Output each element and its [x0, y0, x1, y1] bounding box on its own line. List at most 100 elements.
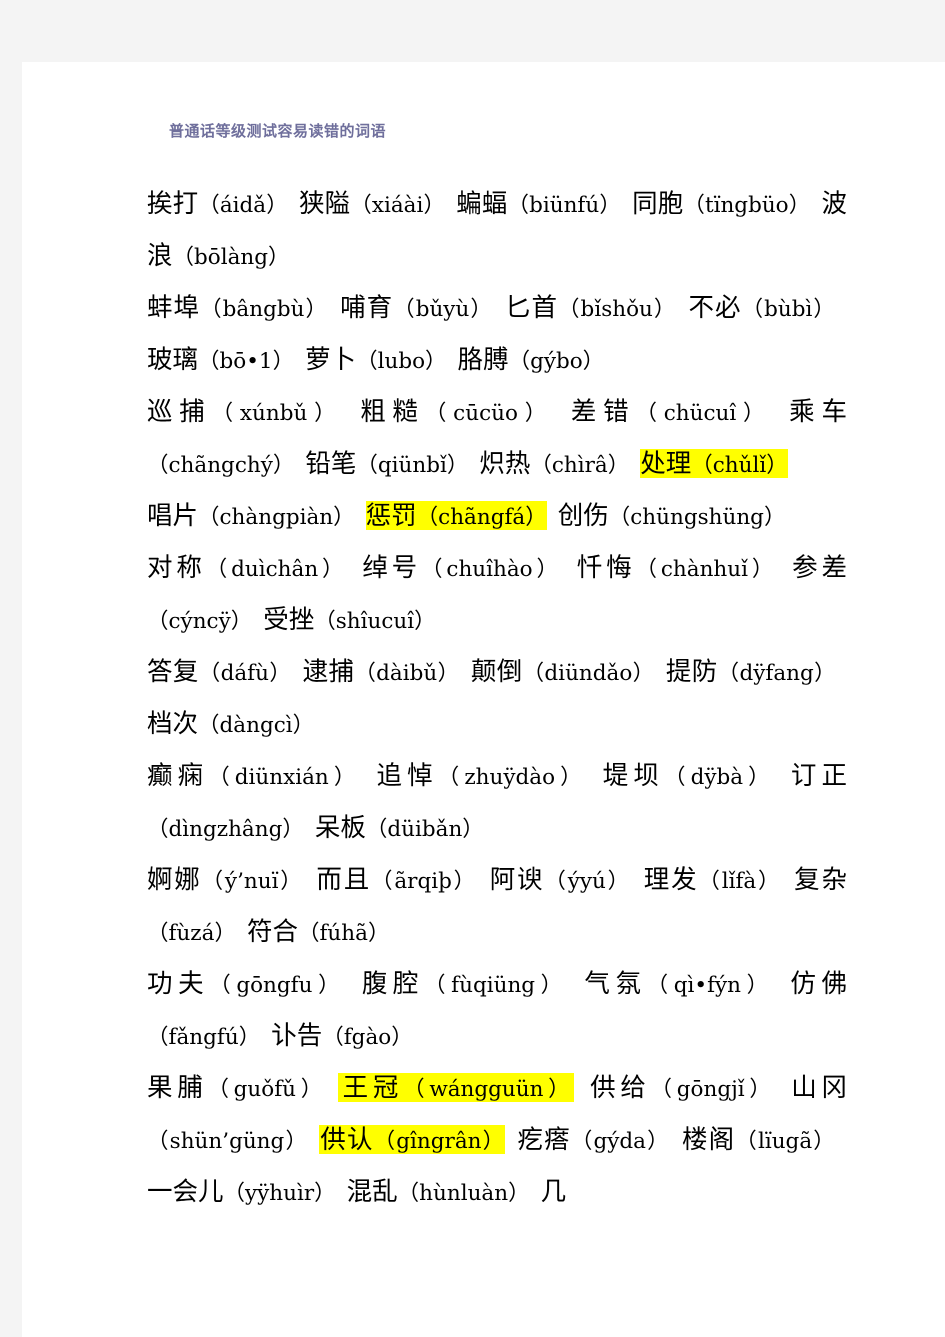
term: 楼阁（lïugã） — [681, 1125, 836, 1154]
word-pinyin: （bō•1） — [198, 349, 295, 374]
paragraph: 答复（dáfù） 逮捕（dàibǔ） 颠倒（diündǎo） 提防（dÿfang… — [147, 647, 847, 751]
word-pinyin: （chãngfá） — [416, 505, 547, 530]
term: 蝙蝠（biünfú） — [456, 189, 621, 218]
term: 炽热（chìrâ） — [479, 449, 629, 478]
term-gap — [342, 387, 353, 437]
word-pinyin: （lubo） — [356, 349, 447, 374]
term: 不必（bùbì） — [687, 293, 836, 322]
highlighted-term: 处理（chǔlǐ） — [640, 449, 788, 478]
term-gap — [327, 1063, 338, 1113]
term: 萝卜（lubo） — [305, 345, 446, 374]
word-pinyin: （ãrqiþ） — [371, 869, 477, 894]
word-pinyin: （dÿbà） — [664, 765, 775, 790]
document-body: 挨打（áidǎ） 狭隘（xiáài） 蝙蝠（biünfú） 同胞（tïngbüo… — [147, 179, 847, 1219]
term-gap — [445, 179, 456, 229]
word-han: 供给 — [585, 1073, 651, 1102]
word-pinyin: （chǔlǐ） — [691, 453, 788, 478]
term-gap — [360, 751, 371, 801]
word-pinyin: （cýncÿ） — [147, 609, 253, 634]
term: 颠倒（diündǎo） — [470, 657, 654, 686]
word-han: 忏悔 — [572, 553, 636, 582]
word-pinyin: （fúhã） — [297, 921, 390, 946]
term-gap — [468, 439, 479, 489]
word-pinyin: （bùbì） — [741, 297, 836, 322]
word-pinyin: （bǔyù） — [393, 297, 493, 322]
term-gap — [252, 595, 263, 645]
word-pinyin: （qiünbǐ） — [356, 453, 469, 478]
word-pinyin: （fǎngfú） — [147, 1025, 261, 1050]
word-han: 参差 — [788, 553, 847, 582]
term-gap — [775, 751, 786, 801]
term: 蚌埠（bângbù） — [147, 293, 328, 322]
term: 呆板（düibǎn） — [315, 813, 484, 842]
word-han: 追悼 — [371, 761, 438, 790]
word-han: 果脯 — [147, 1073, 208, 1102]
word-pinyin: （yÿhuìr） — [223, 1181, 336, 1206]
term-gap — [447, 335, 458, 385]
term-gap — [304, 855, 315, 905]
highlighted-term: 供认（gîngrân） — [319, 1125, 506, 1154]
term-gap — [774, 959, 785, 1009]
paragraph: 巡捕（xúnbǔ） 粗糙（cūcüo） 差错（chücuî） 乘车 （chãngc… — [147, 387, 847, 491]
word-pinyin: （fgào） — [322, 1025, 413, 1050]
term: 粗糙（cūcüo） — [353, 397, 553, 426]
term: 逮捕（dàibǔ） — [302, 657, 459, 686]
term-gap — [236, 907, 247, 957]
word-han: 癫痫 — [147, 761, 209, 790]
term-gap — [810, 179, 821, 229]
word-pinyin: （dìngzhâng） — [147, 817, 304, 842]
word-han: 对称 — [147, 553, 206, 582]
term: 对称（duìchân） — [147, 553, 347, 582]
word-han: 挨打 — [147, 189, 199, 218]
word-han: 巡捕 — [147, 397, 212, 426]
term: 疙瘩（gýda） — [516, 1125, 669, 1154]
word-han: 提防 — [665, 657, 718, 686]
word-han: 不必 — [687, 293, 742, 322]
word-pinyin: （dÿfang） — [717, 661, 836, 686]
term-gap — [308, 1115, 319, 1165]
term: 理发（lǐfà） — [642, 865, 781, 894]
highlighted-term: 惩罚（chãngfá） — [365, 501, 547, 530]
word-pinyin: （bângbù） — [200, 297, 329, 322]
word-pinyin: （diünxián） — [208, 765, 361, 790]
term: 忏悔（chànhuǐ） — [573, 553, 777, 582]
word-pinyin: （dàngcì） — [198, 713, 315, 738]
word-han: 仿佛 — [784, 969, 847, 998]
paragraph: 挨打（áidǎ） 狭隘（xiáài） 蝙蝠（biünfú） 同胞（tïngbüo… — [147, 179, 847, 283]
word-han: 楼阁 — [680, 1125, 736, 1154]
term: 阿谀（ýyú） — [488, 865, 631, 894]
word-han: 讣告 — [271, 1021, 323, 1050]
term: 同胞（tïngbüo） — [632, 189, 810, 218]
term-gap — [355, 491, 366, 541]
word-han: 腹腔 — [356, 969, 425, 998]
term: 婀娜（ý’nuï） — [147, 865, 304, 894]
word-pinyin: （bǐshǒu） — [558, 297, 677, 322]
term-gap — [294, 439, 305, 489]
word-han: 炽热 — [479, 449, 531, 478]
word-pinyin: （bōlàng） — [172, 245, 290, 270]
word-han: 疙瘩 — [516, 1125, 571, 1154]
term: 哺育（bǔyù） — [339, 293, 493, 322]
word-pinyin: （zhuÿdào） — [437, 765, 587, 790]
word-pinyin: （qì•fýn） — [646, 973, 774, 998]
word-han: 供认 — [319, 1125, 374, 1154]
term-gap — [836, 283, 847, 333]
word-han: 而且 — [314, 865, 372, 894]
term: 玻璃（bō•1） — [147, 345, 294, 374]
term-gap — [631, 855, 642, 905]
word-han: 山冈 — [786, 1073, 847, 1102]
word-han: 功夫 — [147, 969, 210, 998]
word-han: 蚌埠 — [147, 293, 201, 322]
word-han: 符合 — [246, 917, 298, 946]
term: 果脯（guǒfǔ） — [147, 1073, 327, 1102]
word-pinyin: （shün’güng） — [147, 1129, 309, 1154]
term: 答复（dáfù） — [147, 657, 291, 686]
word-han: 蝙蝠 — [456, 189, 508, 218]
term: 巡捕（xúnbǔ） — [147, 397, 342, 426]
word-pinyin: （lïugã） — [735, 1129, 836, 1154]
term: 符合（fúhã） — [247, 917, 390, 946]
term: 差错（chücuî） — [564, 397, 771, 426]
word-han: 萝卜 — [305, 345, 357, 374]
term: 功夫（gōngfu） — [147, 969, 345, 998]
word-pinyin: （xúnbǔ） — [211, 401, 343, 426]
